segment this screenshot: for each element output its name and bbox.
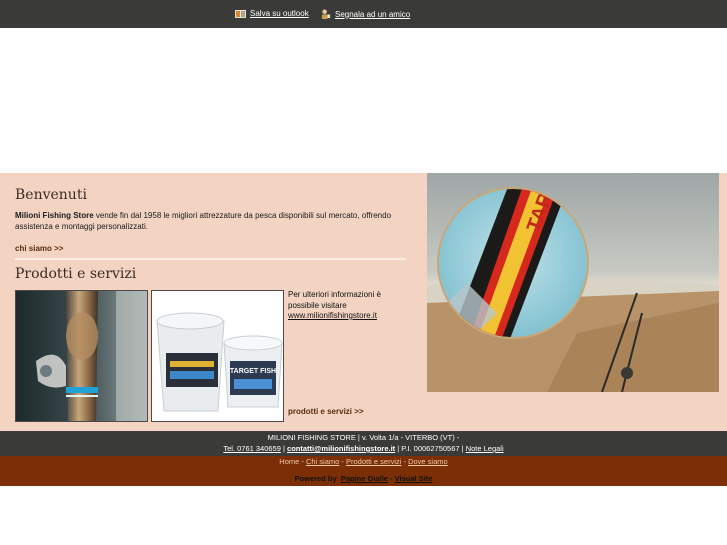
contact-line: Tel. 0761 340659 | contatti@milionifishi…: [0, 443, 727, 454]
nav-separator: -: [299, 457, 306, 466]
powered-by-line: Powered by Pagine Gialle - Visual Site: [0, 474, 727, 483]
nav-separator: -: [339, 457, 346, 466]
powered-by-label: Powered by: [294, 474, 337, 483]
email-link[interactable]: contatti@milionifishingstore.it: [287, 444, 395, 453]
dash-separator: -: [387, 474, 395, 483]
info-text-block: Per ulteriori informazioni è possibile v…: [288, 290, 403, 322]
products-services-link[interactable]: prodotti e servizi >>: [288, 407, 364, 416]
footer-company-info: MILIONI FISHING STORE | v. Volta 1/a - V…: [0, 431, 727, 456]
footer-nav-about[interactable]: Chi siamo: [306, 457, 339, 466]
section-divider: [15, 258, 406, 260]
website-link[interactable]: www.milionifishingstore.it: [288, 311, 377, 320]
about-us-link[interactable]: chi siamo >>: [15, 244, 63, 253]
bucket-photo: TARGET FISH: [151, 290, 284, 422]
top-bar: Salva su outlook Segnala ad un amico: [0, 0, 727, 28]
footer-nav-where[interactable]: Dove siamo: [408, 457, 448, 466]
welcome-title: Benvenuti: [15, 187, 87, 203]
products-title: Prodotti e servizi: [15, 266, 137, 282]
save-outlook-link[interactable]: Salva su outlook: [235, 9, 309, 18]
save-outlook-label[interactable]: Salva su outlook: [250, 9, 309, 18]
phone-link[interactable]: Tel. 0761 340659: [223, 444, 281, 453]
info-text: Per ulteriori informazioni è possibile v…: [288, 290, 381, 310]
visual-site-link[interactable]: Visual Site: [395, 474, 433, 483]
friend-icon: [321, 9, 331, 19]
welcome-text: Milioni Fishing Store vende fin dal 1958…: [15, 210, 410, 232]
footer-nav-home[interactable]: Home: [279, 457, 299, 466]
outlook-icon: [235, 9, 246, 18]
footer-nav: Home - Chi siamo - Prodotti e servizi - …: [0, 456, 727, 471]
footer-nav-products[interactable]: Prodotti e servizi: [346, 457, 401, 466]
rod-photo: [15, 290, 148, 422]
legal-notes-link[interactable]: Note Legali: [466, 444, 504, 453]
bucket-label: TARGET FISH: [230, 368, 276, 375]
report-friend-link[interactable]: Segnala ad un amico: [321, 9, 410, 19]
vat-number: | P.I. 00062750567 |: [395, 444, 466, 453]
pagine-gialle-link[interactable]: Pagine Gialle: [341, 474, 388, 483]
report-friend-label[interactable]: Segnala ad un amico: [335, 10, 410, 19]
brand-name: Milioni Fishing Store: [15, 211, 94, 220]
company-address: MILIONI FISHING STORE | v. Volta 1/a - V…: [267, 433, 460, 442]
hero-image: TARGET: [427, 173, 719, 392]
